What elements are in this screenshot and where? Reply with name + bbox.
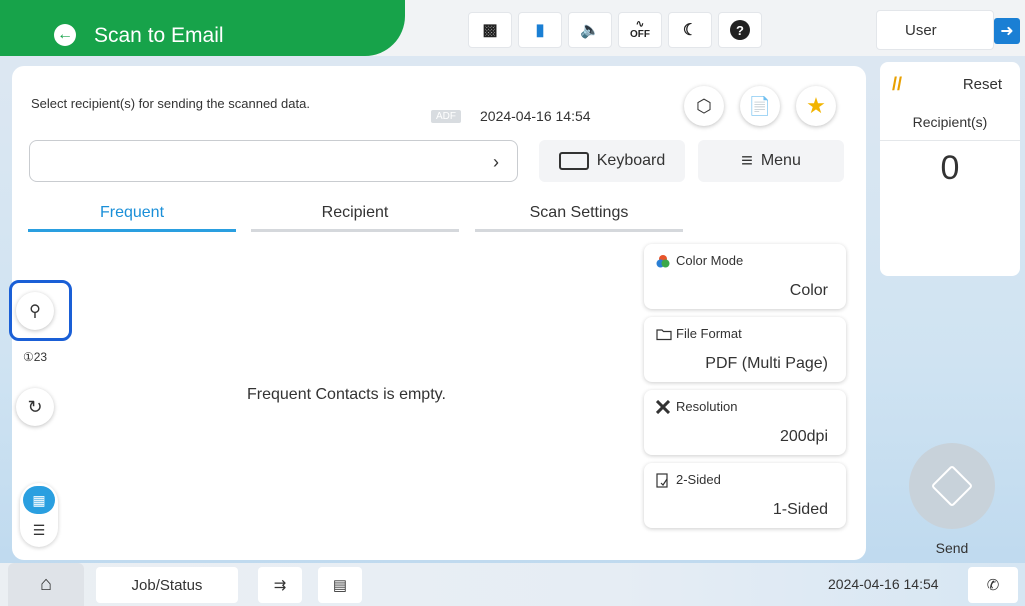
page-title: Scan to Email: [94, 24, 224, 47]
status-icons: ▩ ▮ 🔈 ∿ OFF ☾ ?: [468, 12, 762, 48]
menu-button[interactable]: ≡ Menu: [698, 140, 844, 182]
bottom-bar: ⌂ Job/Status ⇉ ▤ 2024-04-16 14:54 ✆: [0, 563, 1025, 606]
number-search-icon: ①23: [22, 350, 48, 364]
tab-bar: Frequent Recipient Scan Settings: [28, 194, 684, 232]
setting-label: 2-Sided: [656, 472, 721, 488]
job-status-label: Job/Status: [131, 576, 203, 594]
empty-message: Frequent Contacts is empty.: [247, 386, 446, 403]
user-label: User: [905, 21, 937, 39]
cube-icon: ⬡: [696, 95, 712, 116]
title-bar: ← Scan to Email: [0, 0, 405, 56]
preview-button[interactable]: 📄: [740, 86, 780, 126]
tab-frequent[interactable]: Frequent: [28, 194, 236, 232]
recipients-panel: // Reset Recipient(s) 0: [880, 62, 1020, 276]
tab-recipient[interactable]: Recipient: [251, 194, 459, 232]
job-status-button[interactable]: Job/Status: [96, 567, 238, 603]
storage-button[interactable]: ▤: [318, 567, 362, 603]
color-mode-value: Color: [789, 282, 828, 299]
document-check-icon: 📄: [748, 95, 772, 116]
grid-view-icon[interactable]: ▦: [23, 486, 55, 514]
two-sided-label: 2-Sided: [676, 472, 721, 487]
tab-scan-settings[interactable]: Scan Settings: [475, 194, 683, 232]
send-button[interactable]: [909, 443, 995, 529]
file-format-label: File Format: [676, 326, 742, 341]
ink-icon[interactable]: ▩: [468, 12, 512, 48]
keyboard-icon: [558, 152, 589, 170]
reset-label: Reset: [962, 75, 1002, 93]
help-icon[interactable]: ?: [718, 12, 762, 48]
fax-button[interactable]: ✆: [968, 567, 1018, 603]
menu-label: Menu: [760, 152, 801, 169]
adf-badge: ADF: [431, 110, 461, 123]
tab-underline: [28, 229, 236, 232]
view-toggle: ▦ ☰: [20, 483, 58, 547]
tab-label: Frequent: [99, 204, 165, 221]
history-button[interactable]: ↻: [16, 388, 54, 426]
main-panel: Select recipient(s) for sending the scan…: [12, 66, 866, 560]
color-mode-label: Color Mode: [676, 253, 744, 268]
setting-label: Color Mode: [656, 253, 743, 268]
setting-label: Resolution: [655, 399, 738, 414]
number-search-button[interactable]: ①23: [16, 338, 54, 376]
file-format-value: PDF (Multi Page): [705, 355, 828, 372]
focus-highlight: [9, 280, 72, 341]
reset-icon: //: [892, 73, 903, 94]
color-mode-setting[interactable]: Color Mode Color: [644, 244, 846, 309]
keyboard-button[interactable]: Keyboard: [539, 140, 685, 182]
reset-button[interactable]: // Reset: [880, 62, 1020, 106]
tab-label: Recipient: [321, 204, 389, 221]
resolution-setting[interactable]: Resolution 200dpi: [644, 390, 846, 455]
tab-underline: [251, 229, 459, 232]
two-sided-setting[interactable]: 2-Sided 1-Sided: [644, 463, 846, 528]
volume-icon[interactable]: 🔈: [568, 12, 612, 48]
setting-label: File Format: [656, 326, 742, 341]
header: ← Scan to Email ▩ ▮ 🔈 ∿ OFF ☾ ? User ➜: [0, 0, 1025, 56]
back-arrow-icon[interactable]: ←: [54, 24, 76, 46]
instruction-text: Select recipient(s) for sending the scan…: [31, 96, 310, 111]
bottom-datetime: 2024-04-16 14:54: [828, 576, 939, 592]
recipient-input[interactable]: ›: [29, 140, 518, 182]
storage-icon: ▤: [332, 577, 348, 594]
list-view-icon[interactable]: ☰: [23, 516, 55, 544]
send-label: Send: [935, 540, 969, 556]
star-icon: ★: [806, 93, 826, 118]
favorite-button[interactable]: ★: [796, 86, 836, 126]
file-format-setting[interactable]: File Format PDF (Multi Page): [644, 317, 846, 382]
quiet-mode-label: OFF: [630, 29, 650, 40]
two-sided-icon: [656, 472, 670, 488]
hamburger-icon: ≡: [741, 149, 753, 172]
queue-icon: ⇉: [273, 577, 287, 594]
recipients-count: 0: [880, 140, 1020, 270]
color-palette-icon: [656, 254, 670, 268]
resolution-value: 200dpi: [779, 428, 828, 445]
two-sided-value: 1-Sided: [772, 501, 828, 518]
user-button[interactable]: User: [876, 10, 994, 50]
folder-icon: [656, 327, 672, 341]
phone-icon: ✆: [986, 577, 1000, 594]
tab-underline: [475, 229, 683, 232]
recipients-label: Recipient(s): [912, 114, 988, 130]
network-icon[interactable]: ▮: [518, 12, 562, 48]
logout-icon[interactable]: ➜: [994, 18, 1020, 44]
start-icon: [930, 464, 974, 508]
tab-label: Scan Settings: [529, 204, 629, 221]
preset-button[interactable]: ⬡: [684, 86, 724, 126]
chevron-right-icon: ›: [493, 152, 499, 172]
keyboard-label: Keyboard: [596, 152, 666, 169]
resolution-label: Resolution: [676, 399, 738, 414]
quiet-mode-off-icon[interactable]: ∿ OFF: [618, 12, 662, 48]
home-icon: ⌂: [39, 573, 53, 595]
history-icon: ↻: [27, 396, 43, 417]
job-queue-button[interactable]: ⇉: [258, 567, 302, 603]
sleep-icon[interactable]: ☾: [668, 12, 712, 48]
home-button[interactable]: ⌂: [8, 563, 84, 606]
scan-datetime: 2024-04-16 14:54: [480, 108, 591, 124]
resolution-icon: [655, 399, 671, 414]
